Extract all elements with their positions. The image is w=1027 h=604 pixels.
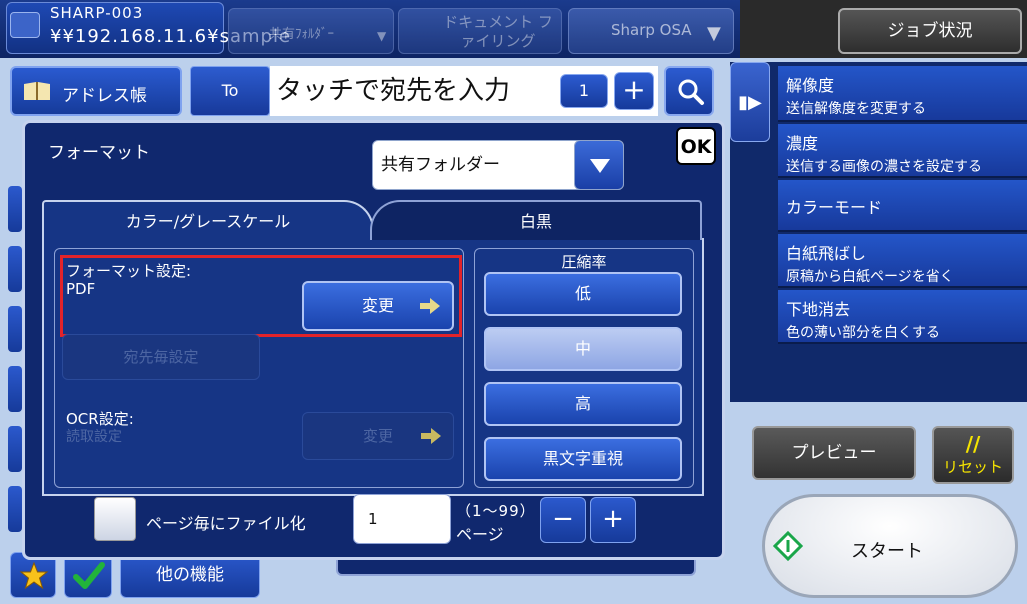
tab-black-white[interactable]: 白黒 [370, 200, 702, 240]
side-button[interactable] [8, 246, 22, 292]
destination-count: 1 [560, 74, 608, 108]
tab-color-grayscale[interactable]: カラー/グレースケール [42, 200, 374, 240]
side-button[interactable] [8, 486, 22, 532]
compression-medium[interactable]: 中 [484, 327, 682, 371]
reset-button[interactable]: // リセット [932, 426, 1014, 484]
job-status-button[interactable]: ジョブ状況 [838, 8, 1022, 54]
file-per-page-label: ページ毎にファイル化 [146, 514, 306, 533]
chevron-down-icon: ▼ [707, 23, 721, 44]
setting-density[interactable]: 濃度 送信する画像の濃さを設定する [778, 124, 1027, 178]
folder-icon [10, 12, 40, 38]
side-button[interactable] [8, 366, 22, 412]
checkmark-icon [73, 562, 105, 589]
setting-resolution[interactable]: 解像度 送信解像度を変更する [778, 66, 1027, 122]
side-button[interactable] [8, 306, 22, 352]
increment-button[interactable]: + [590, 497, 636, 543]
dialog-title: フォーマット [48, 143, 150, 163]
mode-tab-sharp-osa[interactable]: Sharp OSA ▼ [568, 8, 734, 54]
setting-background-removal[interactable]: 下地消去 色の薄い部分を白くする [778, 290, 1027, 344]
add-destination-button[interactable]: + [614, 72, 654, 110]
compression-high[interactable]: 高 [484, 382, 682, 426]
arrow-right-icon [421, 428, 441, 444]
panel-toggle-icon[interactable]: ▮▶ [730, 62, 770, 142]
page-unit-label: ページ [456, 525, 504, 544]
file-per-page-checkbox[interactable] [94, 497, 136, 541]
mode-tab-shared-folder[interactable]: 共有ﾌｫﾙﾀﾞｰ ▼ [228, 8, 394, 54]
ok-button[interactable]: OK [676, 127, 716, 165]
book-icon [22, 80, 52, 102]
side-button[interactable] [8, 426, 22, 472]
page-range-label: （1～99） [456, 502, 536, 520]
to-button[interactable]: To [190, 66, 270, 116]
decrement-button[interactable]: − [540, 497, 586, 543]
destination-specific-button[interactable]: 宛先毎設定 [62, 334, 260, 380]
reset-icon: // [965, 432, 981, 456]
destination-name: SHARP-003 [50, 4, 144, 22]
chevron-down-icon [590, 159, 610, 173]
side-button[interactable] [8, 186, 22, 232]
ocr-change-button[interactable]: 変更 [302, 412, 454, 460]
start-button[interactable]: スタート [762, 494, 1018, 598]
compression-title: 圧縮率 [561, 253, 607, 271]
chevron-down-icon: ▼ [377, 29, 387, 43]
mode-tab-document-filing[interactable]: ドキュメント ファイリング [398, 8, 562, 54]
setting-color-mode[interactable]: カラーモード [778, 180, 1027, 232]
search-icon [678, 79, 704, 105]
status-strip [336, 560, 696, 576]
star-icon [19, 561, 49, 590]
highlight-box [60, 255, 462, 337]
compression-text-priority[interactable]: 黒文字重視 [484, 437, 682, 481]
ocr-setting-value: 読取設定 [66, 429, 122, 445]
address-book-button[interactable]: アドレス帳 [10, 66, 182, 116]
search-button[interactable] [664, 66, 714, 116]
setting-blank-skip[interactable]: 白紙飛ばし 原稿から白紙ページを省く [778, 234, 1027, 288]
destination-type-dropdown[interactable] [574, 140, 624, 190]
preview-button[interactable]: プレビュー [752, 426, 916, 480]
page-count-input[interactable]: 1 [353, 494, 451, 544]
compression-low[interactable]: 低 [484, 272, 682, 316]
start-icon [773, 531, 803, 561]
